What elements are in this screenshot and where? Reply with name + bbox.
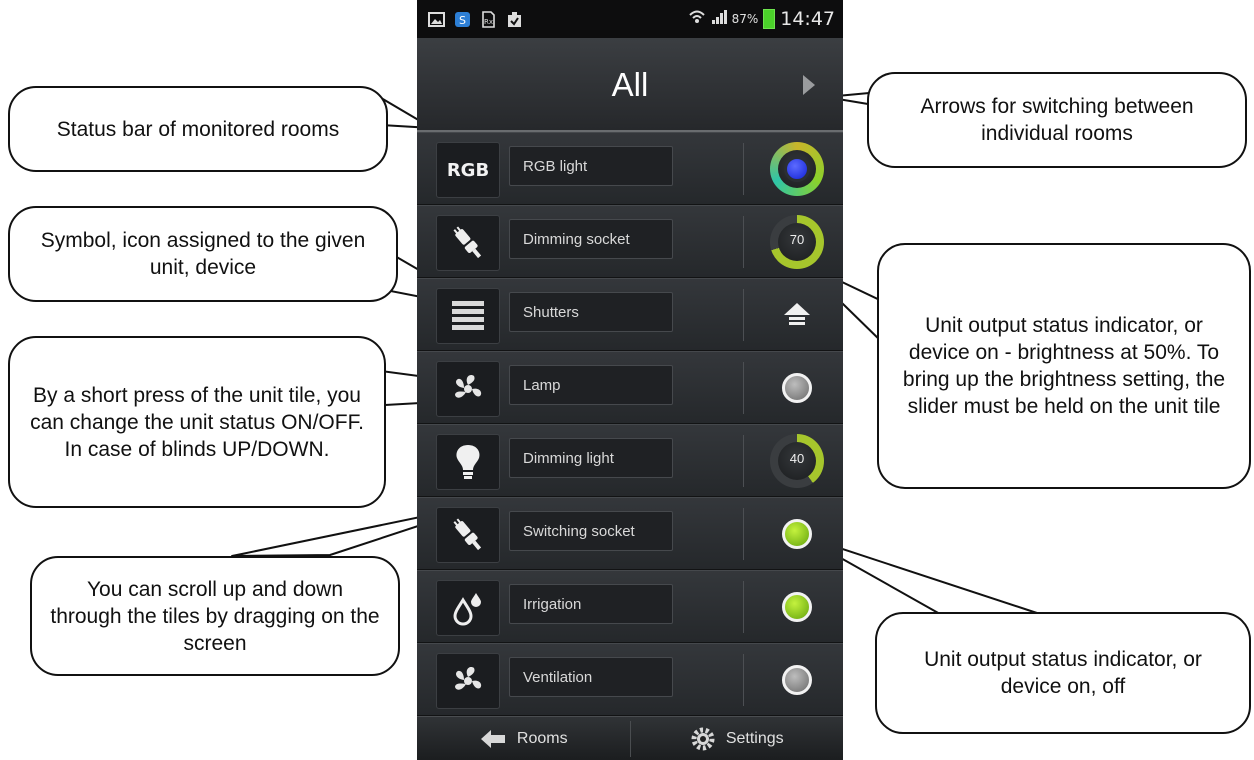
status-indicator-color[interactable] <box>766 142 828 196</box>
rgb-color-dot <box>784 156 810 182</box>
wifi-icon <box>688 8 706 30</box>
unit-tile-shutters[interactable]: Shutters <box>417 278 843 351</box>
phone-screen: S Rx 87% 14:47 All RGB RGB light Dimming… <box>417 0 843 760</box>
tile-label: Ventilation <box>509 657 673 697</box>
image-icon <box>427 11 445 28</box>
room-header: All <box>417 38 843 132</box>
tile-divider <box>743 435 744 487</box>
bulb-icon <box>436 434 500 490</box>
status-indicator-off[interactable] <box>766 653 828 707</box>
room-title: All <box>611 66 649 103</box>
rgb-dial <box>770 142 824 196</box>
status-indicator-on[interactable] <box>766 580 828 634</box>
svg-text:S: S <box>459 14 466 27</box>
unit-tile-irrigation[interactable]: Irrigation <box>417 570 843 643</box>
socket-icon <box>436 507 500 563</box>
water-drops-icon <box>436 580 500 636</box>
callout-scroll: You can scroll up and down through the t… <box>30 556 400 676</box>
fan-icon <box>436 361 500 417</box>
status-indicator-off[interactable] <box>766 361 828 415</box>
back-arrow-icon <box>480 730 505 748</box>
off-indicator-icon <box>782 373 812 403</box>
tile-divider <box>743 143 744 195</box>
battery-icon <box>763 9 776 29</box>
next-room-arrow-icon[interactable] <box>803 75 815 95</box>
dial-ring: 70 <box>770 215 824 269</box>
shutter-up-icon[interactable] <box>766 288 828 342</box>
status-indicator-on[interactable] <box>766 507 828 561</box>
bottom-bar: Rooms Settings <box>417 716 843 760</box>
gear-icon <box>691 727 715 751</box>
on-indicator-icon <box>782 519 812 549</box>
unit-tile-list[interactable]: RGB RGB light Dimming socket 70 Shutters… <box>417 132 843 716</box>
unit-tile-ventilation[interactable]: Ventilation <box>417 643 843 716</box>
socket-icon <box>436 215 500 271</box>
tile-label: Lamp <box>509 365 673 405</box>
battery-percent: 87% <box>731 12 759 26</box>
rooms-label: Rooms <box>516 730 568 747</box>
on-indicator-icon <box>782 592 812 622</box>
dial-value: 70 <box>789 232 805 247</box>
callout-on-off: Unit output status indicator, or device … <box>875 612 1251 734</box>
rgb-icon-text: RGB <box>446 159 490 181</box>
unit-tile-dimming-light[interactable]: Dimming light 40 <box>417 424 843 497</box>
status-bar: S Rx 87% 14:47 <box>417 0 843 38</box>
rooms-button[interactable]: Rooms <box>417 717 630 760</box>
brightness-dial[interactable]: 40 <box>766 434 828 488</box>
fan-icon <box>436 653 500 709</box>
brightness-dial[interactable]: 70 <box>766 215 828 269</box>
tile-divider <box>743 362 744 414</box>
svg-text:Rx: Rx <box>483 18 492 26</box>
callout-symbol: Symbol, icon assigned to the given unit,… <box>8 206 398 302</box>
settings-label: Settings <box>725 730 784 747</box>
callout-status-bar: Status bar of monitored rooms <box>8 86 388 172</box>
tile-divider <box>743 216 744 268</box>
dial-value: 40 <box>789 451 805 466</box>
settings-button[interactable]: Settings <box>631 717 844 760</box>
tile-divider <box>743 508 744 560</box>
unit-tile-rgb-light[interactable]: RGB RGB light <box>417 132 843 205</box>
tile-divider <box>743 581 744 633</box>
doc-icon: Rx <box>479 10 497 28</box>
tile-label: Irrigation <box>509 584 673 624</box>
signal-icon <box>711 9 727 29</box>
callout-short-press: By a short press of the unit tile, you c… <box>8 336 386 508</box>
tile-label: Dimming socket <box>509 219 673 259</box>
tile-label: Dimming light <box>509 438 673 478</box>
tile-label: RGB light <box>509 146 673 186</box>
shutters-icon <box>436 288 500 344</box>
dial-ring: 40 <box>770 434 824 488</box>
unit-tile-lamp[interactable]: Lamp <box>417 351 843 424</box>
callout-brightness: Unit output status indicator, or device … <box>877 243 1251 489</box>
off-indicator-icon <box>782 665 812 695</box>
callout-arrows: Arrows for switching between individual … <box>867 72 1247 168</box>
clipboard-icon <box>505 11 523 28</box>
tile-label: Switching socket <box>509 511 673 551</box>
tile-label: Shutters <box>509 292 673 332</box>
tile-divider <box>743 654 744 706</box>
unit-tile-dimming-socket[interactable]: Dimming socket 70 <box>417 205 843 278</box>
clock: 14:47 <box>780 8 835 30</box>
tile-divider <box>743 289 744 341</box>
unit-tile-switching-socket[interactable]: Switching socket <box>417 497 843 570</box>
rgb-icon: RGB <box>436 142 500 198</box>
app-icon: S <box>453 11 471 28</box>
